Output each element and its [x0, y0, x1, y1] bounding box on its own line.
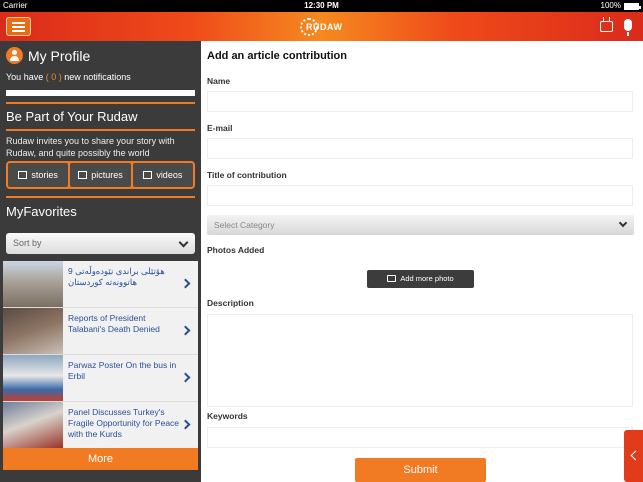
notification-text: You have ( 0 ) new notifications	[6, 72, 131, 82]
keywords-field[interactable]	[207, 427, 633, 448]
thumbnail-image	[3, 308, 63, 354]
thumbnail-image	[3, 261, 63, 307]
menu-button[interactable]	[6, 17, 31, 36]
notification-count[interactable]: ( 0 )	[46, 72, 62, 82]
side-drawer-tab[interactable]	[624, 430, 643, 482]
videos-button[interactable]: videos	[132, 163, 193, 187]
favorites-list: 9 هۆتێلی براندی نێودەوڵەتی هاتوونەتە کور…	[3, 261, 198, 449]
media-type-group: stories pictures videos	[6, 161, 195, 189]
stories-button[interactable]: stories	[8, 163, 69, 187]
hamburger-icon	[12, 21, 25, 24]
list-item[interactable]: Panel Discusses Turkey's Fragile Opportu…	[3, 402, 198, 449]
microphone-icon[interactable]	[624, 19, 632, 36]
divider	[6, 102, 195, 104]
clock: 12:30 PM	[304, 1, 339, 10]
photos-label: Photos Added	[207, 245, 265, 255]
profile-header[interactable]: My Profile	[6, 47, 90, 64]
battery-indicator: 100%	[600, 0, 641, 12]
film-icon	[143, 171, 153, 179]
keywords-label: Keywords	[207, 411, 248, 421]
description-textarea[interactable]	[207, 314, 633, 407]
submit-button[interactable]: Submit	[355, 458, 486, 482]
more-button[interactable]: More	[3, 448, 198, 470]
name-label: Name	[207, 76, 231, 86]
email-label: E-mail	[207, 123, 233, 133]
name-field[interactable]	[207, 91, 633, 112]
battery-icon	[624, 2, 641, 10]
list-item[interactable]: Parwaz Poster On the bus in Erbil	[3, 355, 198, 402]
pictures-button[interactable]: pictures	[70, 163, 131, 187]
camera-icon	[387, 275, 397, 282]
thumbnail-image	[3, 355, 63, 401]
chevron-right-icon	[180, 325, 191, 336]
battery-percent: 100%	[600, 1, 621, 10]
rudaw-logo: RUDAW	[300, 16, 343, 37]
contribution-title-label: Title of contribution	[207, 170, 287, 180]
camera-icon	[78, 171, 88, 179]
favorites-title: MyFavorites	[6, 204, 77, 219]
status-bar: Carrier 12:30 PM 100%	[0, 0, 643, 12]
invite-text: Rudaw invites you to share your story wi…	[6, 136, 175, 158]
form-title: Add an article contribution	[207, 50, 347, 62]
tv-icon[interactable]	[600, 21, 613, 32]
app-header: RUDAW	[0, 12, 643, 41]
list-item[interactable]: Reports of President Talabani's Death De…	[3, 308, 198, 355]
contribution-form: Add an article contribution Name E-mail …	[201, 41, 643, 482]
list-icon	[18, 171, 28, 179]
thumbnail-image	[3, 402, 63, 448]
logo-text: RUDAW	[306, 21, 343, 32]
email-field[interactable]	[207, 138, 633, 159]
sidebar: My Profile You have ( 0 ) new notificati…	[0, 41, 201, 482]
category-select[interactable]: Select Category	[207, 215, 634, 235]
chevron-right-icon	[180, 419, 191, 430]
divider	[6, 196, 195, 198]
contribute-title: Be Part of Your Rudaw	[6, 109, 138, 124]
add-photo-button[interactable]: Add more photo	[367, 270, 474, 288]
profile-title: My Profile	[28, 47, 91, 64]
chevron-down-icon	[178, 237, 189, 248]
sort-by-dropdown[interactable]: Sort by	[6, 233, 195, 254]
user-icon	[6, 47, 23, 64]
chevron-down-icon	[618, 218, 628, 228]
description-label: Description	[207, 298, 254, 308]
profile-progress-bar	[6, 90, 195, 96]
divider	[6, 129, 195, 131]
chevron-right-icon	[180, 372, 191, 383]
chevron-right-icon	[180, 278, 191, 289]
contribution-title-field[interactable]	[207, 185, 633, 206]
list-item[interactable]: 9 هۆتێلی براندی نێودەوڵەتی هاتوونەتە کور…	[3, 261, 198, 308]
